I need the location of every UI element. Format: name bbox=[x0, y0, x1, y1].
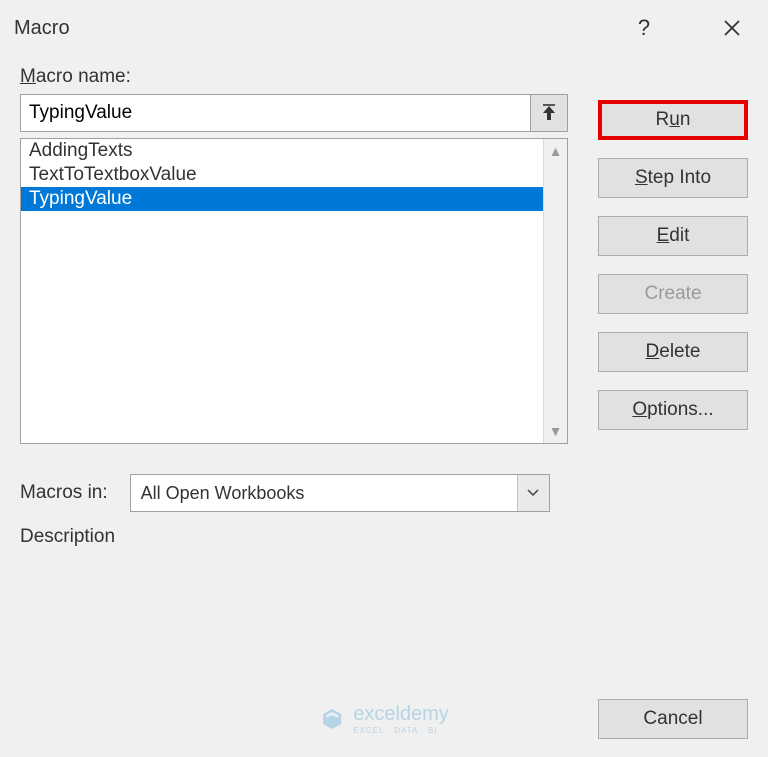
macros-in-label: Macros in: bbox=[20, 482, 108, 504]
goto-button[interactable] bbox=[530, 94, 568, 132]
macro-name-input-wrap bbox=[20, 94, 568, 132]
right-column: Run Step Into Edit Create Delete Options… bbox=[598, 66, 748, 554]
macro-list-items: AddingTexts TextToTextboxValue TypingVal… bbox=[21, 139, 543, 443]
watermark: exceldemy EXCEL · DATA · BI bbox=[319, 703, 449, 735]
options-button[interactable]: Options... bbox=[598, 390, 748, 430]
scrollbar[interactable]: ▲ ▼ bbox=[543, 139, 567, 443]
close-button[interactable] bbox=[710, 10, 754, 46]
select-value: All Open Workbooks bbox=[141, 483, 305, 504]
description-label: Description bbox=[20, 526, 568, 548]
list-item[interactable]: AddingTexts bbox=[21, 139, 543, 163]
bottom-buttons: Cancel bbox=[598, 699, 748, 739]
delete-button[interactable]: Delete bbox=[598, 332, 748, 372]
dialog-content: Macro name: AddingTexts TextToTextboxVal… bbox=[0, 52, 768, 757]
macros-in-select[interactable]: All Open Workbooks bbox=[130, 474, 550, 512]
step-into-button[interactable]: Step Into bbox=[598, 158, 748, 198]
create-button: Create bbox=[598, 274, 748, 314]
macros-in-row: Macros in: All Open Workbooks bbox=[20, 474, 568, 512]
main-columns: Macro name: AddingTexts TextToTextboxVal… bbox=[20, 66, 748, 554]
list-item[interactable]: TypingValue bbox=[21, 187, 543, 211]
chevron-down-icon bbox=[517, 475, 549, 511]
macro-name-label: Macro name: bbox=[20, 66, 568, 88]
run-button[interactable]: Run bbox=[598, 100, 748, 140]
watermark-icon bbox=[319, 706, 345, 732]
macro-dialog: Macro ? Macro name: AddingTexts TextToTe bbox=[0, 0, 768, 757]
macro-name-input[interactable] bbox=[20, 94, 530, 132]
close-icon bbox=[723, 19, 741, 37]
list-item[interactable]: TextToTextboxValue bbox=[21, 163, 543, 187]
edit-button[interactable]: Edit bbox=[598, 216, 748, 256]
window-title: Macro bbox=[14, 17, 622, 40]
up-arrow-icon bbox=[541, 104, 557, 122]
scroll-down-icon: ▼ bbox=[549, 423, 563, 439]
left-column: Macro name: AddingTexts TextToTextboxVal… bbox=[20, 66, 568, 554]
cancel-button[interactable]: Cancel bbox=[598, 699, 748, 739]
titlebar: Macro ? bbox=[0, 0, 768, 52]
macro-listbox[interactable]: AddingTexts TextToTextboxValue TypingVal… bbox=[20, 138, 568, 444]
scroll-up-icon: ▲ bbox=[549, 143, 563, 159]
watermark-subtext: EXCEL · DATA · BI bbox=[353, 726, 449, 735]
watermark-text: exceldemy bbox=[353, 703, 449, 726]
help-button[interactable]: ? bbox=[622, 10, 666, 46]
